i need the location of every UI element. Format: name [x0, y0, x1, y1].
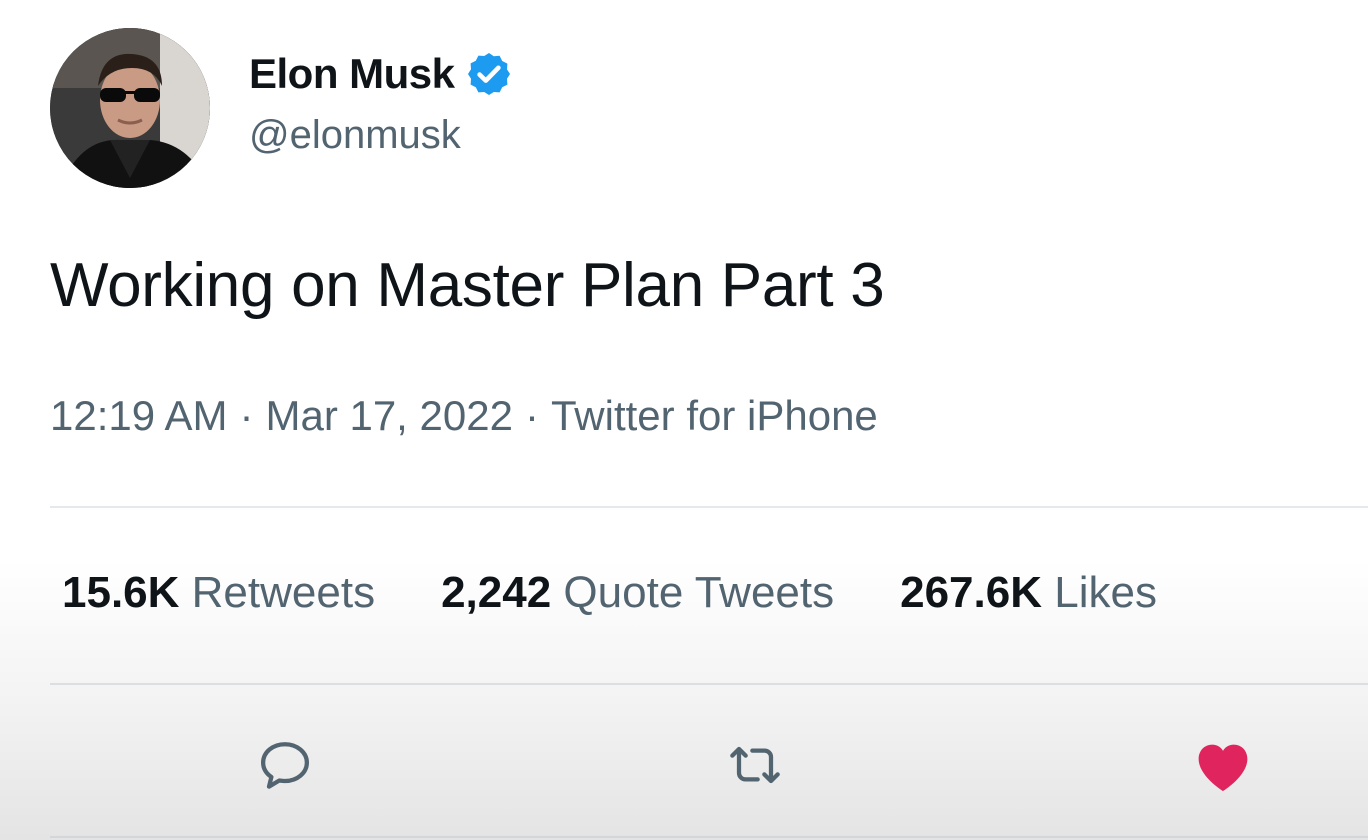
retweets-count: 15.6K — [62, 568, 180, 617]
heart-icon — [1198, 744, 1248, 792]
tweet-meta: 12:19 AM · Mar 17, 2022 · Twitter for iPhone — [50, 392, 878, 440]
tweet-date[interactable]: Mar 17, 2022 — [265, 392, 513, 439]
tweet-card: Elon Musk @elonmusk Working on Master Pl… — [0, 0, 1368, 840]
tweet-text: Working on Master Plan Part 3 — [50, 251, 885, 320]
reply-button[interactable] — [250, 730, 320, 800]
likes-stat[interactable]: 267.6K Likes — [900, 568, 1157, 618]
likes-count: 267.6K — [900, 568, 1042, 617]
quote-tweets-stat[interactable]: 2,242 Quote Tweets — [441, 568, 834, 618]
likes-label: Likes — [1054, 568, 1157, 617]
verified-badge-icon — [467, 53, 510, 95]
quote-tweets-count: 2,242 — [441, 568, 552, 617]
meta-separator: · — [524, 392, 539, 439]
quote-tweets-label: Quote Tweets — [563, 568, 835, 617]
tweet-time[interactable]: 12:19 AM — [50, 392, 227, 439]
divider — [50, 836, 1368, 838]
speech-bubble-icon — [261, 742, 309, 789]
avatar-image — [50, 28, 210, 188]
divider — [50, 506, 1368, 508]
tweet-source[interactable]: Twitter for iPhone — [551, 392, 878, 439]
engagement-stats: 15.6K Retweets 2,242 Quote Tweets 267.6K… — [62, 568, 1223, 618]
action-bar — [0, 730, 1368, 800]
retweets-stat[interactable]: 15.6K Retweets — [62, 568, 375, 618]
user-handle[interactable]: @elonmusk — [249, 113, 461, 158]
divider — [50, 683, 1368, 685]
like-button[interactable] — [1188, 730, 1258, 800]
retweets-label: Retweets — [191, 568, 376, 617]
avatar[interactable] — [50, 28, 210, 188]
display-name[interactable]: Elon Musk — [249, 50, 455, 98]
author-header: Elon Musk — [249, 46, 513, 102]
retweet-button[interactable] — [720, 730, 790, 800]
meta-separator: · — [239, 392, 254, 439]
retweet-arrows-icon — [730, 746, 780, 784]
